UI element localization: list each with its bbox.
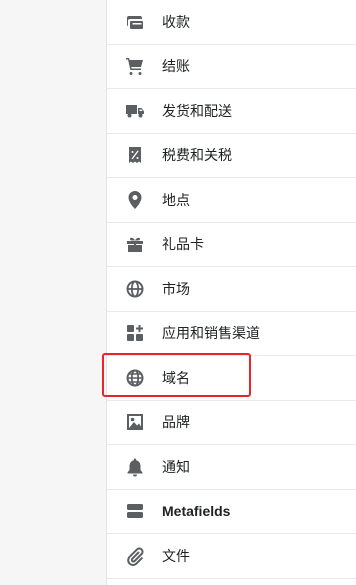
menu-item-apps-channels[interactable]: 应用和销售渠道	[107, 312, 356, 356]
menu-item-brand[interactable]: 品牌	[107, 401, 356, 445]
menu-item-domains[interactable]: 域名	[107, 356, 356, 401]
menu-item-locations[interactable]: 地点	[107, 178, 356, 223]
menu-item-notifications[interactable]: 通知	[107, 445, 356, 490]
apps-icon	[124, 322, 146, 344]
menu-item-label: Metafields	[162, 503, 231, 520]
bell-icon	[124, 456, 146, 478]
paperclip-icon	[124, 545, 146, 567]
menu-item-files[interactable]: 文件	[107, 534, 356, 579]
menu-item-label: 品牌	[162, 414, 190, 431]
menu-item-label: 市场	[162, 280, 190, 297]
menu-item-markets[interactable]: 市场	[107, 267, 356, 312]
menu-item-shipping[interactable]: 发货和配送	[107, 89, 356, 134]
menu-item-label: 收款	[162, 13, 190, 30]
menu-item-label: 发货和配送	[162, 102, 232, 119]
menu-item-checkout[interactable]: 结账	[107, 45, 356, 89]
left-gutter	[0, 0, 106, 585]
menu-item-gift-cards[interactable]: 礼品卡	[107, 223, 356, 267]
location-pin-icon	[124, 189, 146, 211]
tax-receipt-icon	[124, 144, 146, 166]
menu-item-label: 结账	[162, 58, 190, 75]
menu-item-label: 地点	[162, 191, 190, 208]
menu-item-label: 域名	[162, 369, 190, 386]
payment-icon	[124, 11, 146, 33]
cart-icon	[124, 55, 146, 77]
gift-icon	[124, 233, 146, 255]
menu-item-label: 应用和销售渠道	[162, 325, 260, 342]
menu-item-label: 通知	[162, 458, 190, 475]
menu-item-label: 文件	[162, 547, 190, 564]
metafields-icon	[124, 500, 146, 522]
menu-item-payments[interactable]: 收款	[107, 0, 356, 45]
menu-item-label: 税费和关税	[162, 147, 232, 164]
menu-item-metafields[interactable]: Metafields	[107, 490, 356, 534]
settings-menu: 收款 结账 发货和配送 税费和关税 地点 礼品卡 市场 应用和销售渠道 域名 品…	[106, 0, 356, 585]
brand-image-icon	[124, 411, 146, 433]
globe-market-icon	[124, 278, 146, 300]
menu-item-label: 礼品卡	[162, 236, 204, 253]
globe-domain-icon	[124, 367, 146, 389]
menu-item-taxes[interactable]: 税费和关税	[107, 134, 356, 178]
truck-icon	[124, 100, 146, 122]
